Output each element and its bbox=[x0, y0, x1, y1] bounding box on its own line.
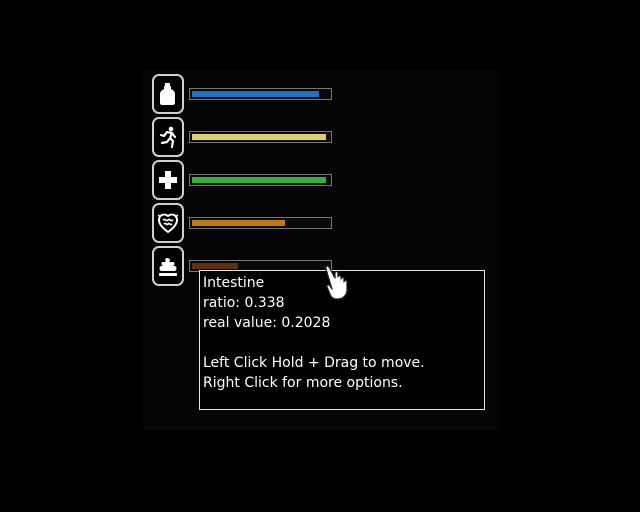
need-bar-energy[interactable] bbox=[189, 131, 332, 143]
need-fill-stress bbox=[192, 220, 285, 226]
brain-icon[interactable] bbox=[152, 203, 184, 243]
tooltip-hint-move: Left Click Hold + Drag to move. bbox=[203, 355, 425, 371]
poop-icon[interactable] bbox=[152, 246, 184, 286]
tooltip-spacer bbox=[203, 333, 484, 353]
need-row-health[interactable] bbox=[152, 160, 342, 202]
tooltip-hint-options: Right Click for more options. bbox=[203, 375, 403, 391]
need-bar-thirst[interactable] bbox=[189, 88, 332, 100]
need-bar-stress[interactable] bbox=[189, 217, 332, 229]
need-row-energy[interactable] bbox=[152, 117, 342, 159]
need-fill-intestine bbox=[192, 263, 238, 269]
hand-pointer-icon bbox=[325, 265, 348, 300]
need-row-thirst[interactable] bbox=[152, 74, 342, 116]
bottle-icon[interactable] bbox=[152, 74, 184, 114]
need-fill-thirst bbox=[192, 91, 319, 97]
tooltip-real-value: real value: 0.2028 bbox=[203, 315, 331, 331]
need-bar-health[interactable] bbox=[189, 174, 332, 186]
need-fill-health bbox=[192, 177, 326, 183]
need-fill-energy bbox=[192, 134, 326, 140]
need-row-stress[interactable] bbox=[152, 203, 342, 245]
running-person-icon[interactable] bbox=[152, 117, 184, 157]
health-cross-icon[interactable] bbox=[152, 160, 184, 200]
